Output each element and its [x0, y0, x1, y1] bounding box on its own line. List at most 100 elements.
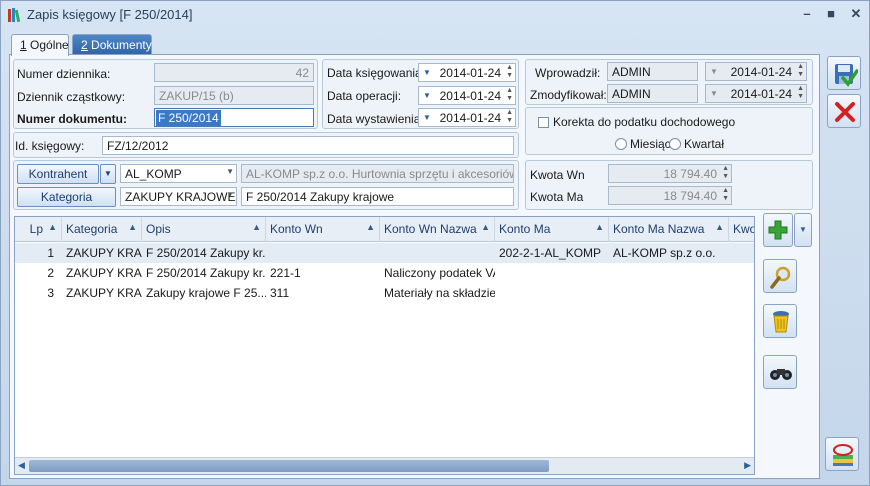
kontrahent-code-select[interactable]: AL_KOMP ▼	[120, 164, 237, 183]
kwota-ma-field: 18 794.40 ▲ ▼	[608, 186, 732, 205]
spin-icon[interactable]: ▲ ▼	[506, 64, 513, 80]
table-row[interactable]: 1 ZAKUPY KRA... F 250/2014 Zakupy kr... …	[15, 243, 754, 263]
numer-dziennika-label: Numer dziennika:	[17, 67, 111, 81]
data-ksiegowania-label: Data księgowania:	[327, 66, 426, 80]
cell-konto-wn: 221-1	[270, 266, 301, 280]
add-entry-dropdown-button[interactable]: ▼	[794, 213, 812, 247]
zmodyfikowal-label: Zmodyfikował:	[530, 88, 607, 102]
col-header-kwota[interactable]: Kwo	[729, 217, 755, 242]
id-ksiegowy-input[interactable]: FZ/12/2012	[102, 136, 514, 155]
kontrahent-name-field: AL-KOMP sp.z o.o. Hurtownia sprzętu i ak…	[241, 164, 514, 183]
booking-stamp-button[interactable]	[825, 437, 859, 471]
sort-asc-icon: ▲	[252, 222, 261, 232]
zmodyfikowal-date-field: ▼ 2014-01-24 ▲ ▼	[705, 84, 807, 103]
scroll-right-icon[interactable]: ▶	[744, 460, 751, 471]
data-ksiegowania-picker[interactable]: ▼ 2014-01-24 ▲ ▼	[418, 63, 516, 82]
tab-dokumenty[interactable]: 2 Dokumenty	[72, 34, 152, 55]
tab-dokumenty-label: Dokumenty	[91, 38, 152, 52]
numer-dokumentu-label: Numer dokumentu:	[17, 112, 128, 126]
horizontal-scrollbar[interactable]: ◀ ▶	[15, 457, 754, 474]
minimize-button[interactable]: –	[797, 5, 817, 23]
close-button[interactable]: ✕	[846, 5, 866, 23]
kwota-ma-value: 18 794.40	[663, 189, 717, 203]
chevron-down-icon[interactable]: ▼	[423, 68, 431, 77]
cell-konto-ma	[495, 263, 609, 283]
col-header-konto-ma[interactable]: Konto Ma ▲	[495, 217, 609, 242]
kategoria-description-input[interactable]: F 250/2014 Zakupy krajowe	[241, 187, 514, 206]
numer-dokumentu-input[interactable]: F 250/2014	[154, 108, 314, 127]
kwota-ma-label: Kwota Ma	[530, 190, 584, 204]
table-row[interactable]: 2 ZAKUPY KRA... F 250/2014 Zakupy kr... …	[15, 263, 754, 283]
data-operacji-label: Data operacji:	[327, 89, 402, 103]
find-button[interactable]	[763, 355, 797, 389]
save-button[interactable]	[827, 56, 861, 90]
spin-icon: ▲ ▼	[797, 63, 804, 78]
stamp-books-icon	[833, 444, 853, 466]
wprowadzil-date-value: 2014-01-24	[730, 65, 792, 79]
chevron-down-icon: ▼	[226, 167, 234, 176]
save-disk-icon	[835, 64, 858, 87]
miesiac-radio[interactable]	[615, 138, 627, 150]
col-header-konto-ma-nazwa[interactable]: Konto Ma Nazwa ▲	[609, 217, 729, 242]
data-operacji-picker[interactable]: ▼ 2014-01-24 ▲ ▼	[418, 86, 516, 105]
zmodyfikowal-user-field: ADMIN	[607, 84, 698, 103]
spin-icon[interactable]: ▲ ▼	[506, 109, 513, 125]
kategoria-button[interactable]: Kategoria	[17, 187, 116, 207]
cell-kategoria: ZAKUPY KRA...	[66, 246, 142, 260]
cell-opis: F 250/2014 Zakupy kr...	[146, 266, 266, 280]
maximize-button[interactable]: ■	[821, 5, 841, 23]
chevron-down-icon: ▼	[104, 169, 112, 178]
chevron-down-icon[interactable]: ▼	[423, 91, 431, 100]
data-operacji-value: 2014-01-24	[439, 89, 501, 103]
add-entry-button[interactable]	[763, 213, 793, 247]
col-konto-ma-label: Konto Ma	[499, 222, 551, 236]
col-header-opis[interactable]: Opis ▲	[142, 217, 266, 242]
dziennik-czastkowy-field: ZAKUP/15 (b)	[154, 86, 314, 105]
sort-asc-icon: ▲	[595, 222, 604, 232]
entries-grid[interactable]: Lp ▲ Kategoria ▲ Opis ▲ Konto Wn ▲ Konto Wn …	[14, 216, 755, 475]
sort-asc-icon: ▲	[481, 222, 490, 232]
magnifier-icon	[770, 266, 791, 289]
spin-icon[interactable]: ▲ ▼	[506, 87, 513, 103]
chevron-down-icon: ▼	[226, 190, 234, 199]
kategoria-code-select[interactable]: ZAKUPY KRAJOWE ▼	[120, 187, 237, 206]
cell-konto-wn-nazwa	[380, 243, 495, 263]
col-kwota-label: Kwo	[733, 222, 755, 236]
delete-entry-button[interactable]	[763, 304, 797, 338]
scroll-left-icon[interactable]: ◀	[18, 460, 25, 471]
cell-konto-wn: 311	[270, 286, 290, 300]
kwartal-radio[interactable]	[669, 138, 681, 150]
tab-ogolne[interactable]: 1 Ogólne	[11, 34, 69, 56]
scrollbar-thumb[interactable]	[29, 460, 549, 472]
spin-icon: ▲ ▼	[722, 165, 729, 180]
chevron-down-icon: ▼	[799, 225, 807, 234]
korekta-label: Korekta do podatku dochodowego	[553, 115, 736, 129]
col-konto-ma-nazwa-label: Konto Ma Nazwa	[613, 222, 705, 236]
data-ksiegowania-value: 2014-01-24	[439, 66, 501, 80]
tab-ogolne-label: Ogólne	[30, 38, 69, 52]
cell-konto-ma: 202-2-1-AL_KOMP	[499, 246, 602, 260]
spin-icon: ▲ ▼	[797, 85, 804, 100]
trash-bin-icon	[773, 311, 789, 333]
col-header-konto-wn-nazwa[interactable]: Konto Wn Nazwa ▲	[380, 217, 495, 242]
table-row[interactable]: 3 ZAKUPY KRA... Zakupy krajowe F 25... 3…	[15, 283, 754, 303]
kontrahent-dropdown-button[interactable]: ▼	[100, 164, 116, 184]
view-entry-button[interactable]	[763, 259, 797, 293]
col-header-kategoria[interactable]: Kategoria ▲	[62, 217, 142, 242]
col-header-lp[interactable]: Lp ▲	[15, 217, 62, 242]
sort-asc-icon: ▲	[715, 222, 724, 232]
binoculars-icon	[770, 369, 792, 380]
sort-asc-icon: ▲	[366, 222, 375, 232]
korekta-checkbox[interactable]	[538, 117, 549, 128]
wprowadzil-label: Wprowadził:	[535, 66, 601, 80]
col-header-konto-wn[interactable]: Konto Wn ▲	[266, 217, 380, 242]
cell-lp: 2	[47, 266, 54, 280]
kontrahent-button[interactable]: Kontrahent	[17, 164, 99, 184]
cell-kategoria: ZAKUPY KRA...	[66, 266, 142, 280]
cell-konto-ma	[495, 283, 609, 303]
wprowadzil-date-field: ▼ 2014-01-24 ▲ ▼	[705, 62, 807, 81]
cancel-button[interactable]	[827, 94, 861, 128]
chevron-down-icon[interactable]: ▼	[423, 113, 431, 122]
kwota-wn-field: 18 794.40 ▲ ▼	[608, 164, 732, 183]
data-wystawienia-picker[interactable]: ▼ 2014-01-24 ▲ ▼	[418, 108, 516, 127]
